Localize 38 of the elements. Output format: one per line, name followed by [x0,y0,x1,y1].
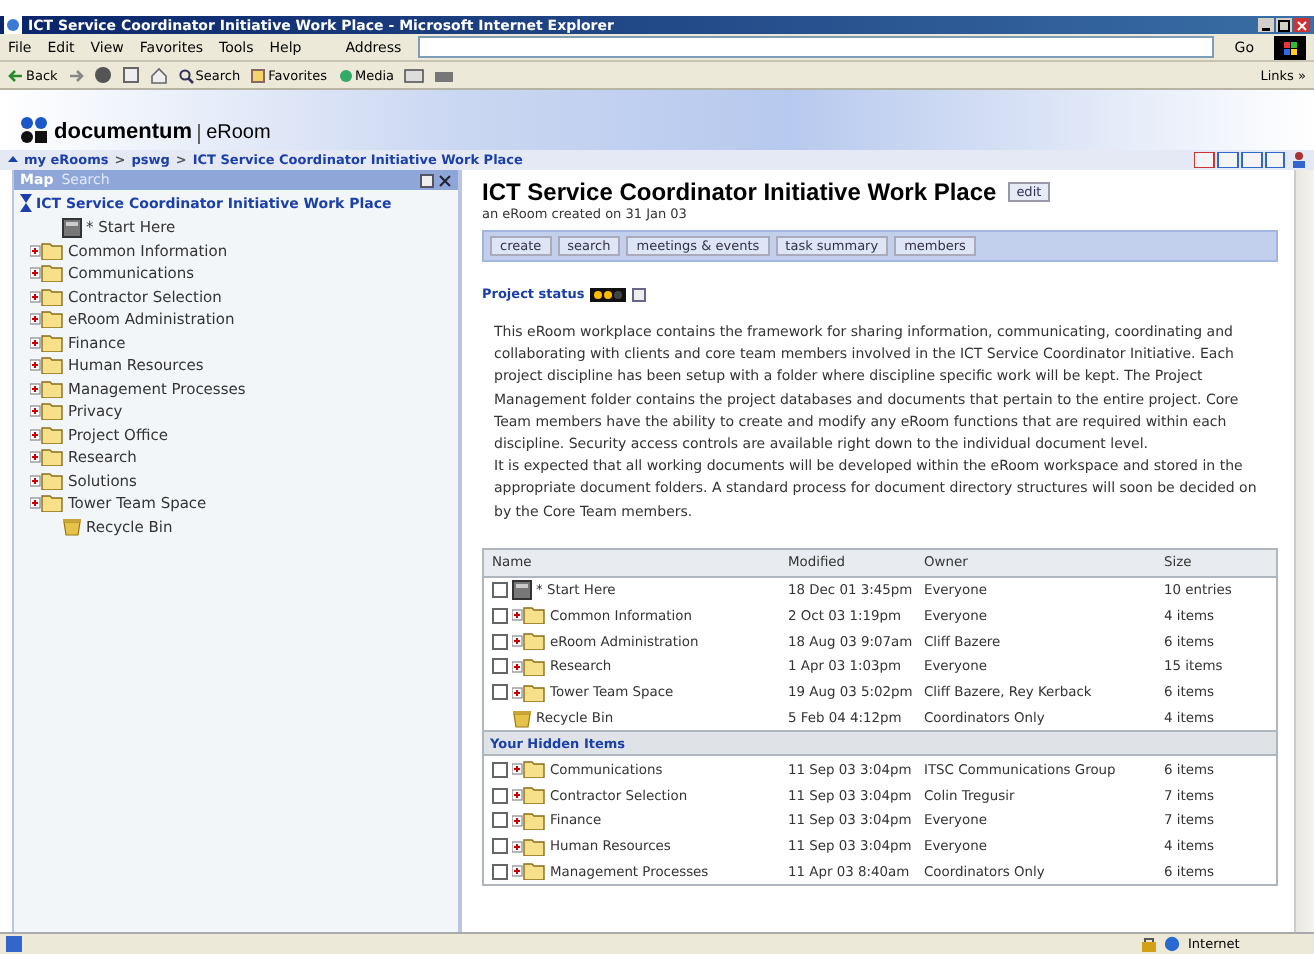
minimize-button[interactable] [1258,18,1274,32]
scrollbar[interactable] [1294,170,1314,932]
row-checkbox[interactable] [492,658,508,675]
page-title: ICT Service Coordinator Initiative Work Place [482,178,997,206]
globe-icon [1164,936,1180,952]
logo-text: documentum [54,122,193,144]
search-icon [177,67,194,83]
address-field[interactable] [417,36,1215,58]
row-checkbox[interactable] [492,607,508,624]
toolbar-icon[interactable] [1194,152,1286,168]
room-icon [20,194,32,212]
recycle-bin-icon [62,516,82,537]
row-checkbox[interactable] [492,582,508,599]
row-checkbox[interactable] [492,787,508,804]
close-icon [1296,19,1308,31]
back-arrow-icon [8,67,24,83]
product-name: eRoom [198,124,271,144]
recycle-bin-icon [512,708,532,728]
maximize-button[interactable] [1276,18,1292,32]
lock-icon [1142,936,1156,952]
traffic-light-icon [590,287,627,301]
row-checkbox[interactable] [492,838,508,855]
up-arrow-icon[interactable] [8,155,18,165]
row-checkbox[interactable] [492,761,508,778]
stop-icon[interactable] [93,66,112,84]
person-icon[interactable] [1292,152,1306,168]
maximize-icon [1278,19,1290,31]
close-icon[interactable] [438,173,452,187]
close-button[interactable] [1294,18,1310,32]
row-checkbox[interactable] [492,684,508,701]
logo-icon [20,116,48,144]
row-checkbox[interactable] [492,812,508,829]
forward-icon[interactable] [67,67,84,83]
row-checkbox[interactable] [492,633,508,650]
media-icon [337,67,353,83]
row-checkbox[interactable] [492,863,508,880]
home-icon[interactable] [149,66,168,84]
windows-logo-icon [1274,35,1306,59]
